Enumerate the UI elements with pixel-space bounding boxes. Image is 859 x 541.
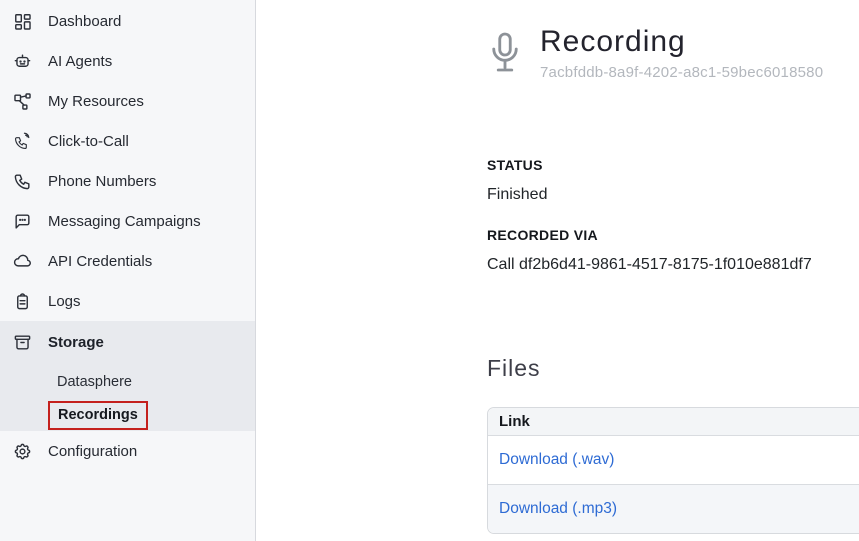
sidebar-item-label: AI Agents bbox=[48, 53, 112, 70]
sidebar-item-label: Click-to-Call bbox=[48, 133, 129, 150]
storage-group: Storage Datasphere Recordings bbox=[0, 321, 255, 431]
detail-fields: STATUS Finished RECORDED VIA Call df2b6d… bbox=[487, 157, 859, 274]
sidebar-item-label: Messaging Campaigns bbox=[48, 213, 201, 230]
sidebar-item-phone-numbers[interactable]: Phone Numbers bbox=[0, 161, 255, 201]
archive-box-icon bbox=[13, 333, 32, 352]
gear-icon bbox=[13, 442, 32, 461]
sidebar-subitem-datasphere[interactable]: Datasphere bbox=[0, 363, 255, 400]
sidebar-item-label: Phone Numbers bbox=[48, 173, 156, 190]
sidebar-item-storage[interactable]: Storage bbox=[0, 321, 255, 363]
sidebar-item-label: Dashboard bbox=[48, 13, 121, 30]
microphone-icon bbox=[487, 27, 523, 88]
sidebar-item-my-resources[interactable]: My Resources bbox=[0, 81, 255, 121]
status-value: Finished bbox=[487, 186, 859, 204]
sidebar-item-label: My Resources bbox=[48, 93, 144, 110]
phone-icon bbox=[13, 172, 32, 191]
message-dots-icon bbox=[13, 212, 32, 231]
download-wav-link[interactable]: Download (.wav) bbox=[499, 451, 614, 468]
dashboard-icon bbox=[13, 12, 32, 31]
app-window: Dashboard AI Agents My Resources Click-t… bbox=[0, 0, 859, 541]
page-title: Recording bbox=[540, 25, 823, 59]
sidebar-item-label: API Credentials bbox=[48, 253, 152, 270]
column-header-link: Link bbox=[488, 408, 859, 435]
page-header: Recording 7acbfddb-8a9f-4202-a8c1-59bec6… bbox=[487, 25, 859, 88]
sidebar-item-api-credentials[interactable]: API Credentials bbox=[0, 241, 255, 281]
files-heading: Files bbox=[487, 355, 859, 382]
download-mp3-link[interactable]: Download (.mp3) bbox=[499, 500, 617, 517]
table-row: Download (.wav) bbox=[488, 435, 859, 484]
clipboard-icon bbox=[13, 292, 32, 311]
sidebar-subitem-recordings[interactable]: Recordings bbox=[0, 400, 255, 431]
sidebar-item-click-to-call[interactable]: Click-to-Call bbox=[0, 121, 255, 161]
annotation-highlight-box: Recordings bbox=[48, 401, 148, 430]
table-row: Download (.mp3) bbox=[488, 484, 859, 533]
main-content: Recording 7acbfddb-8a9f-4202-a8c1-59bec6… bbox=[256, 0, 859, 541]
sidebar-subitem-label: Recordings bbox=[58, 407, 138, 423]
status-field: STATUS Finished bbox=[487, 157, 859, 204]
cloud-icon bbox=[13, 252, 32, 271]
sidebar-item-ai-agents[interactable]: AI Agents bbox=[0, 41, 255, 81]
recording-id: 7acbfddb-8a9f-4202-a8c1-59bec6018580 bbox=[540, 64, 823, 81]
sidebar-item-dashboard[interactable]: Dashboard bbox=[0, 1, 255, 41]
sidebar-item-label: Storage bbox=[48, 334, 104, 351]
recorded-via-label: RECORDED VIA bbox=[487, 227, 859, 243]
status-label: STATUS bbox=[487, 157, 859, 173]
sidebar-item-label: Logs bbox=[48, 293, 81, 310]
sidebar: Dashboard AI Agents My Resources Click-t… bbox=[0, 0, 256, 541]
files-table: Link Download (.wav) Download (.mp3) bbox=[487, 407, 859, 534]
resources-graph-icon bbox=[13, 92, 32, 111]
sidebar-item-configuration[interactable]: Configuration bbox=[0, 431, 255, 471]
table-header-row: Link bbox=[488, 408, 859, 435]
phone-waves-icon bbox=[13, 132, 32, 151]
recorded-via-field: RECORDED VIA Call df2b6d41-9861-4517-817… bbox=[487, 227, 859, 274]
recorded-via-value: Call df2b6d41-9861-4517-8175-1f010e881df… bbox=[487, 256, 859, 274]
robot-icon bbox=[13, 52, 32, 71]
sidebar-subitem-label: Datasphere bbox=[57, 374, 132, 390]
sidebar-item-logs[interactable]: Logs bbox=[0, 281, 255, 321]
sidebar-item-label: Configuration bbox=[48, 443, 137, 460]
sidebar-item-messaging-campaigns[interactable]: Messaging Campaigns bbox=[0, 201, 255, 241]
